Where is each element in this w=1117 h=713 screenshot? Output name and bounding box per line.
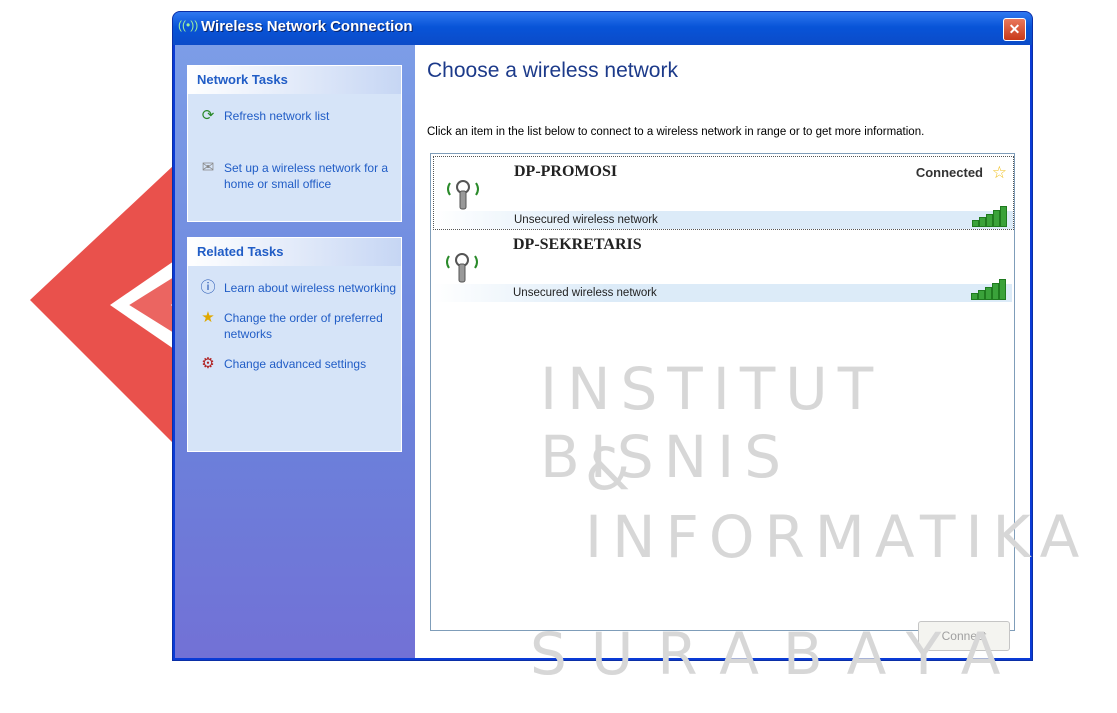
sidebar: Network Tasks ⟳ Refresh network list ✉ S… [175, 45, 415, 658]
learn-wireless-link[interactable]: ⓘ Learn about wireless networking [188, 280, 401, 296]
watermark-line-3: SURABAYA [530, 620, 1025, 688]
network-security: Unsecured wireless network [514, 214, 658, 226]
refresh-icon: ⟳ [201, 107, 215, 124]
network-item-dp-promosi[interactable]: DP-PROMOSI Connected ☆ Unsecured wireles… [433, 156, 1014, 230]
change-advanced-link[interactable]: ⚙ Change advanced settings [188, 356, 401, 372]
network-security: Unsecured wireless network [513, 287, 657, 299]
wireless-icon: ((•)) [178, 18, 199, 32]
settings-icon: ⚙ [201, 355, 215, 372]
wireless-antenna-icon [446, 253, 478, 283]
network-name: DP-SEKRETARIS [513, 236, 642, 253]
info-icon: ⓘ [200, 279, 216, 296]
window-title: Wireless Network Connection [201, 18, 413, 35]
change-order-label: Change the order of preferred networks [224, 311, 383, 341]
related-tasks-header: Related Tasks [188, 238, 401, 266]
refresh-network-list-link[interactable]: ⟳ Refresh network list [188, 108, 401, 124]
network-name: DP-PROMOSI [514, 163, 618, 180]
title-bar[interactable]: ((•)) Wireless Network Connection ✕ [173, 12, 1032, 45]
network-tasks-panel: Network Tasks ⟳ Refresh network list ✉ S… [187, 65, 402, 222]
close-button[interactable]: ✕ [1003, 18, 1026, 41]
preferred-star-icon: ☆ [991, 163, 1007, 182]
network-tasks-header: Network Tasks [188, 66, 401, 94]
setup-network-icon: ✉ [201, 159, 215, 176]
watermark-line-2: & INFORMATIKA [585, 435, 1090, 571]
signal-strength-icon [972, 206, 1008, 227]
learn-label: Learn about wireless networking [224, 281, 397, 295]
star-icon: ★ [201, 309, 215, 326]
change-order-link[interactable]: ★ Change the order of preferred networks [188, 310, 401, 342]
page-title: Choose a wireless network [427, 59, 678, 82]
advanced-label: Change advanced settings [224, 357, 367, 371]
connection-status: Connected [915, 165, 983, 180]
related-tasks-panel: Related Tasks ⓘ Learn about wireless net… [187, 237, 402, 452]
instruction-text: Click an item in the list below to conne… [427, 126, 925, 138]
signal-strength-icon [971, 279, 1007, 300]
wireless-antenna-icon [447, 180, 479, 210]
setup-wireless-network-link[interactable]: ✉ Set up a wireless network for a home o… [188, 160, 401, 192]
setup-label: Set up a wireless network for a home or … [224, 161, 389, 191]
refresh-label: Refresh network list [224, 109, 330, 123]
network-item-dp-sekretaris[interactable]: DP-SEKRETARIS Unsecured wireless network [433, 230, 1012, 302]
